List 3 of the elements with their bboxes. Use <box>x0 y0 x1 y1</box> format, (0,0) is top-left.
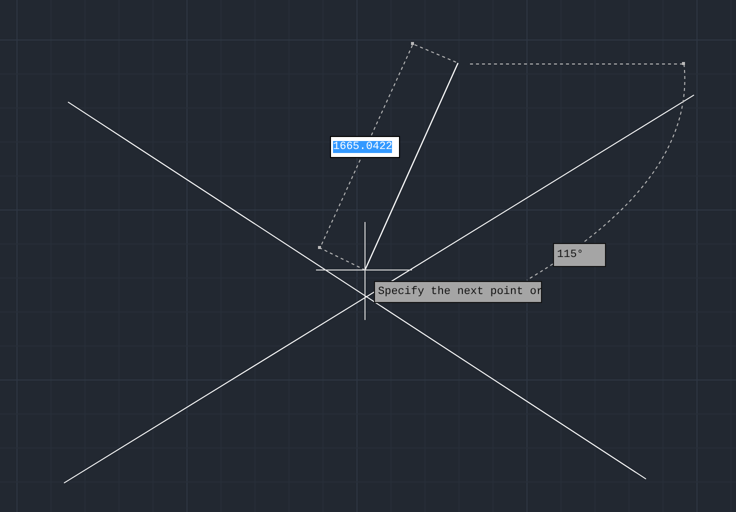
angle-readout: 115° <box>553 243 606 267</box>
command-prompt-tooltip: Specify the next point or <box>374 281 542 303</box>
drawing-canvas[interactable]: 1665.0422 115° Specify the next point or <box>0 0 736 512</box>
